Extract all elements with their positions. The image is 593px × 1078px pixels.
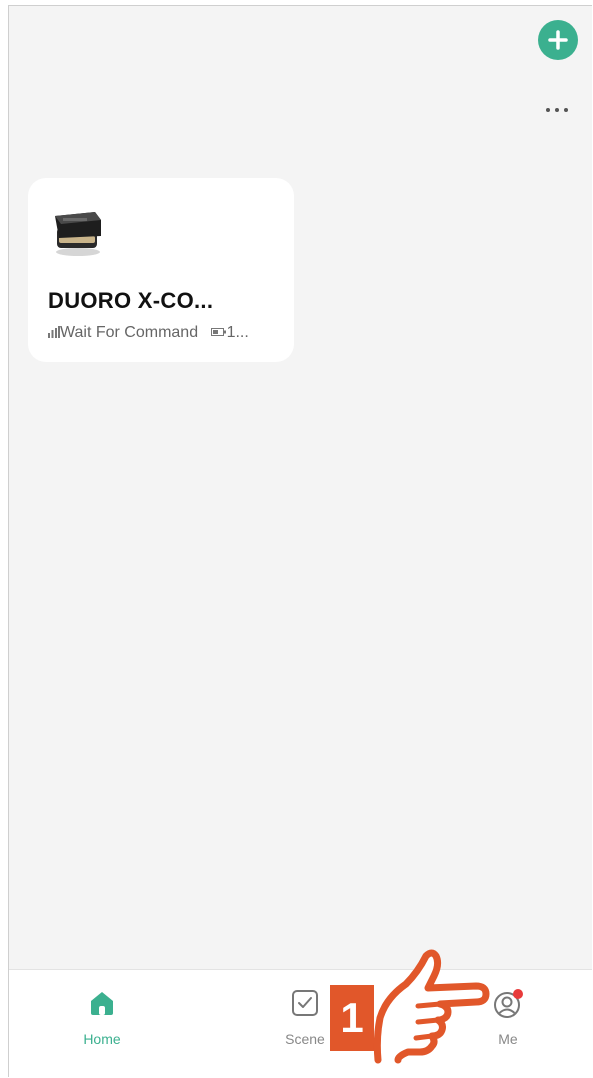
tab-home-label: Home [83,1031,121,1047]
add-device-button[interactable] [538,20,578,60]
robot-device-image [55,212,101,256]
notification-badge [513,989,523,999]
bottom-tab-bar: Home Scene Me [9,969,592,1077]
more-options-button[interactable] [537,98,577,122]
home-icon [91,992,113,1015]
battery-icon [210,328,226,336]
scene-check-icon [292,990,318,1016]
device-status-row: Wait For Command 1... [48,324,249,342]
device-card[interactable]: DUORO X-CO... Wait For Command 1... [28,178,294,362]
signal-icon [48,326,60,338]
step-number-badge: 1 [330,985,374,1051]
device-status-text: Wait For Command [60,324,199,341]
tab-me[interactable]: Me [448,970,568,1077]
more-horizontal-icon [546,108,550,112]
tab-me-label: Me [498,1031,518,1047]
device-battery-text: 1... [226,324,249,341]
tab-home[interactable]: Home [42,970,162,1077]
plus-icon [548,30,568,50]
user-icon [494,989,523,1018]
device-name: DUORO X-CO... [48,288,214,313]
app-screen: DUORO X-CO... Wait For Command 1... Home [8,5,592,1077]
